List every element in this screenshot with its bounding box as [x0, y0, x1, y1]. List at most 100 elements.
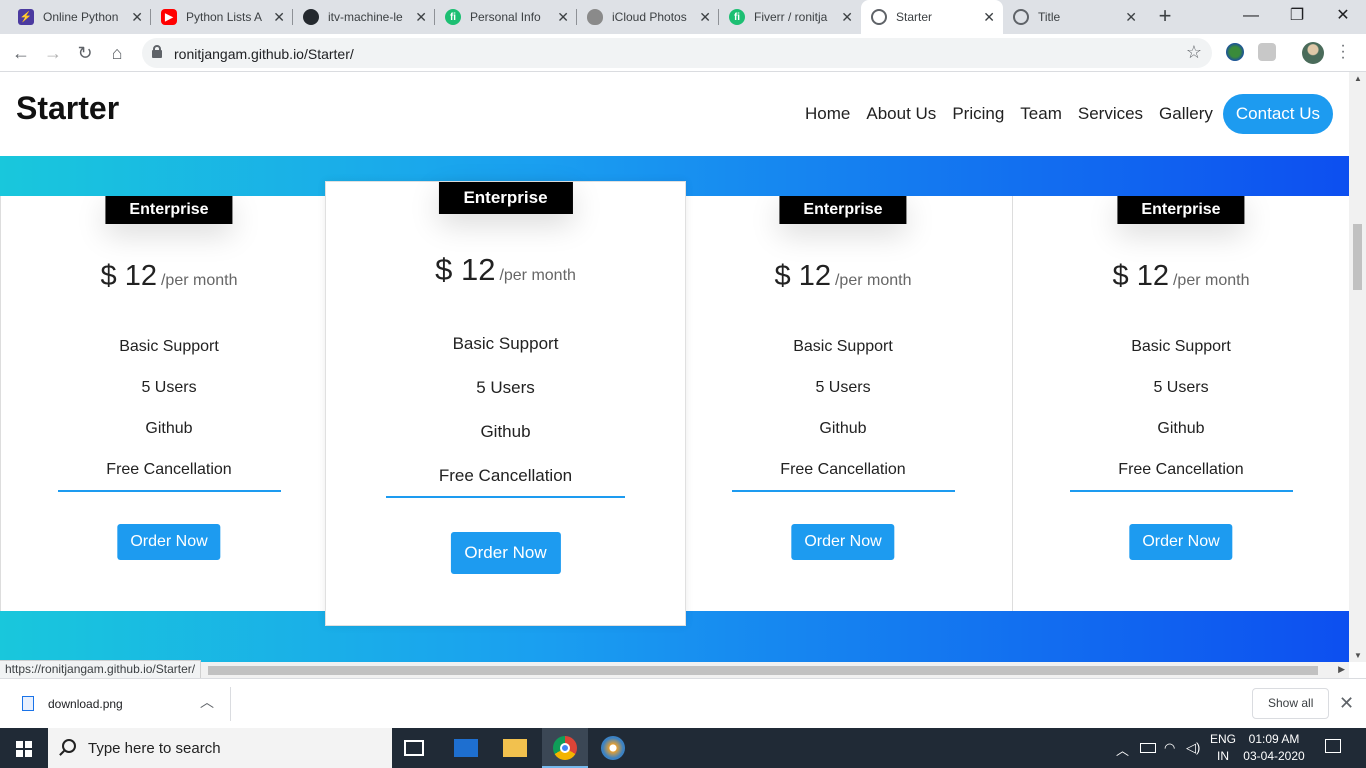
plan-feature: 5 Users: [141, 379, 197, 396]
mail-icon[interactable]: [454, 739, 478, 757]
menu-icon[interactable]: · · ·: [1338, 38, 1348, 66]
nav-about-us[interactable]: About Us: [866, 104, 936, 124]
browser-tab[interactable]: Title ✕: [1003, 0, 1145, 34]
plan-badge: Enterprise: [105, 196, 233, 224]
status-bar: https://ronitjangam.github.io/Starter/: [0, 660, 202, 679]
restore-icon[interactable]: ❐: [1274, 0, 1320, 32]
taskbar-search[interactable]: Type here to search: [48, 728, 392, 768]
close-tab-icon[interactable]: ✕: [131, 10, 143, 24]
plan-price: $ 12/per month: [1112, 260, 1250, 292]
show-all-button[interactable]: Show all: [1252, 688, 1330, 719]
volume-icon[interactable]: ◁): [1186, 740, 1200, 756]
avatar[interactable]: [1302, 42, 1324, 64]
plan-feature: Free Cancellation: [438, 466, 573, 485]
scrollbar-thumb[interactable]: [1353, 224, 1362, 290]
pricing-card: Enterprise $ 12/per month Basic Support …: [674, 196, 1012, 611]
plan-price: $ 12/per month: [100, 260, 238, 292]
paint-icon[interactable]: [601, 736, 625, 760]
scrollbar-thumb[interactable]: [208, 666, 1318, 675]
close-tab-icon[interactable]: ✕: [1125, 10, 1137, 24]
nav-pricing[interactable]: Pricing: [952, 104, 1004, 124]
chevron-up-icon[interactable]: ︿: [1116, 740, 1129, 759]
wifi-icon[interactable]: ◠: [1164, 740, 1175, 756]
browser-tab[interactable]: fi Personal Info ✕: [435, 0, 577, 34]
minimize-icon[interactable]: —: [1228, 0, 1274, 32]
close-shelf-icon[interactable]: ✕: [1339, 693, 1354, 714]
bookmark-star-icon[interactable]: ☆: [1186, 42, 1202, 63]
tab-title: Starter: [896, 10, 933, 24]
file-explorer-icon[interactable]: [503, 739, 527, 757]
back-icon[interactable]: ←: [8, 40, 34, 66]
tab-title: itv-machine-le: [328, 10, 403, 24]
forward-icon[interactable]: →: [40, 40, 66, 66]
download-filename[interactable]: download.png: [48, 697, 123, 711]
home-icon[interactable]: ⌂: [104, 40, 130, 66]
browser-tab[interactable]: fi Fiverr / ronitja ✕: [719, 0, 861, 34]
nav-team[interactable]: Team: [1020, 104, 1062, 124]
image-file-icon: [22, 696, 34, 711]
plan-feature: 5 Users: [476, 378, 535, 397]
extension-globe-icon[interactable]: [1226, 43, 1244, 61]
browser-tab[interactable]: ▶ Python Lists A ✕: [151, 0, 293, 34]
plan-price: $ 12/per month: [435, 252, 576, 287]
chrome-taskbar-item[interactable]: [542, 728, 588, 768]
tab-title: Title: [1038, 10, 1061, 24]
scroll-down-icon[interactable]: ▼: [1354, 651, 1362, 660]
order-now-button[interactable]: Order Now: [450, 532, 561, 574]
vertical-scrollbar[interactable]: ▲ ▼: [1349, 72, 1366, 662]
tab-title: Personal Info: [470, 10, 541, 24]
chevron-up-icon[interactable]: ︿: [200, 692, 214, 712]
plan-feature: Basic Support: [452, 334, 559, 353]
contact-us-button[interactable]: Contact Us: [1222, 94, 1333, 134]
address-bar[interactable]: ronitjangam.github.io/Starter/ ☆: [142, 38, 1212, 68]
scroll-up-icon[interactable]: ▲: [1354, 74, 1362, 83]
site-nav: Home About Us Pricing Team Services Gall…: [789, 94, 1333, 134]
scroll-right-icon[interactable]: ▶: [1338, 664, 1345, 675]
plan-feature: 5 Users: [815, 379, 871, 396]
close-tab-icon[interactable]: ✕: [415, 10, 427, 24]
plan-badge: Enterprise: [779, 196, 907, 224]
close-tab-icon[interactable]: ✕: [983, 10, 995, 24]
plan-badge: Enterprise: [438, 182, 573, 214]
close-tab-icon[interactable]: ✕: [841, 10, 853, 24]
site-brand[interactable]: Starter: [16, 90, 119, 127]
close-window-icon[interactable]: ✕: [1320, 0, 1366, 32]
taskbar-clock[interactable]: 01:09 AM 03-04-2020: [1238, 731, 1310, 765]
order-now-button[interactable]: Order Now: [791, 524, 895, 560]
plan-feature: Basic Support: [1131, 338, 1231, 355]
browser-tab[interactable]: ⚡ Online Python ✕: [8, 0, 151, 34]
task-view-icon[interactable]: [404, 740, 424, 756]
horizontal-scrollbar[interactable]: ▶: [0, 662, 1349, 678]
language-indicator[interactable]: ENG IN: [1208, 731, 1238, 765]
browser-tab[interactable]: itv-machine-le ✕: [293, 0, 435, 34]
fiverr-icon: fi: [445, 9, 461, 25]
globe-icon: [1013, 9, 1029, 25]
new-tab-icon[interactable]: +: [1152, 4, 1178, 30]
nav-gallery[interactable]: Gallery: [1159, 104, 1213, 124]
reload-icon[interactable]: ↻: [72, 40, 98, 66]
close-tab-icon[interactable]: ✕: [557, 10, 569, 24]
browser-tab-active[interactable]: Starter ✕: [861, 0, 1003, 34]
close-tab-icon[interactable]: ✕: [273, 10, 285, 24]
order-now-button[interactable]: Order Now: [1129, 524, 1233, 560]
search-icon: [62, 739, 76, 753]
pricing-card: Enterprise $ 12/per month Basic Support …: [0, 196, 337, 611]
url-text: ronitjangam.github.io/Starter/: [174, 46, 354, 62]
windows-start-icon[interactable]: [16, 741, 32, 757]
close-tab-icon[interactable]: ✕: [699, 10, 711, 24]
nav-services[interactable]: Services: [1078, 104, 1143, 124]
apple-icon: [587, 9, 603, 25]
pricing-card: Enterprise $ 12/per month Basic Support …: [1012, 196, 1349, 611]
globe-icon: [871, 9, 887, 25]
bolt-icon: ⚡: [18, 9, 34, 25]
extension-icon[interactable]: [1258, 43, 1276, 61]
plan-feature: Github: [819, 420, 867, 437]
nav-home[interactable]: Home: [805, 104, 850, 124]
plan-feature: Free Cancellation: [1118, 461, 1244, 478]
browser-tab[interactable]: iCloud Photos ✕: [577, 0, 719, 34]
notifications-icon[interactable]: [1325, 739, 1341, 753]
battery-icon[interactable]: [1140, 743, 1156, 753]
tab-title: Fiverr / ronitja: [754, 10, 828, 24]
site-header: Starter Home About Us Pricing Team Servi…: [0, 72, 1349, 156]
order-now-button[interactable]: Order Now: [117, 524, 221, 560]
